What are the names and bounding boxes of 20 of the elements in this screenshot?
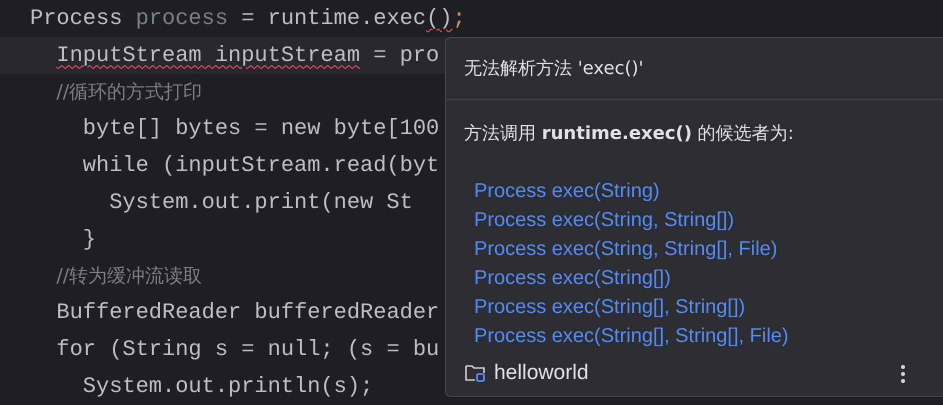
code-line: //循环的方式打印	[56, 80, 202, 105]
candidate-link[interactable]: Process exec(String, String[])	[474, 206, 734, 235]
code-line: Process process = runtime.exec();	[30, 4, 466, 33]
code-line: InputStream inputStream = pro	[56, 42, 440, 70]
code-line: }	[82, 226, 96, 254]
code-line: while (inputStream.read(byt	[82, 152, 440, 180]
code-line: //转为缓冲流读取	[56, 264, 202, 289]
code-line: byte[] bytes = new byte[100	[82, 115, 440, 144]
code-line: BufferedReader bufferedReader	[56, 299, 440, 328]
code-line: System.out.println(s);	[82, 373, 374, 402]
candidate-link[interactable]: Process exec(String)	[474, 177, 660, 206]
candidates-message: 方法调用 runtime.exec() 的候选者为:	[464, 123, 794, 144]
candidate-link[interactable]: Process exec(String[], String[], File)	[474, 322, 789, 351]
candidate-link[interactable]: Process exec(String[])	[474, 264, 671, 293]
candidate-link[interactable]: Process exec(String[], String[])	[474, 293, 746, 322]
code-line: System.out.print(new St	[109, 188, 413, 217]
project-name: helloworld	[494, 360, 589, 386]
candidate-link[interactable]: Process exec(String, String[], File)	[474, 235, 778, 264]
code-line: for (String s = null; (s = bu	[56, 336, 440, 364]
error-title: 无法解析方法 'exec()'	[464, 57, 644, 81]
